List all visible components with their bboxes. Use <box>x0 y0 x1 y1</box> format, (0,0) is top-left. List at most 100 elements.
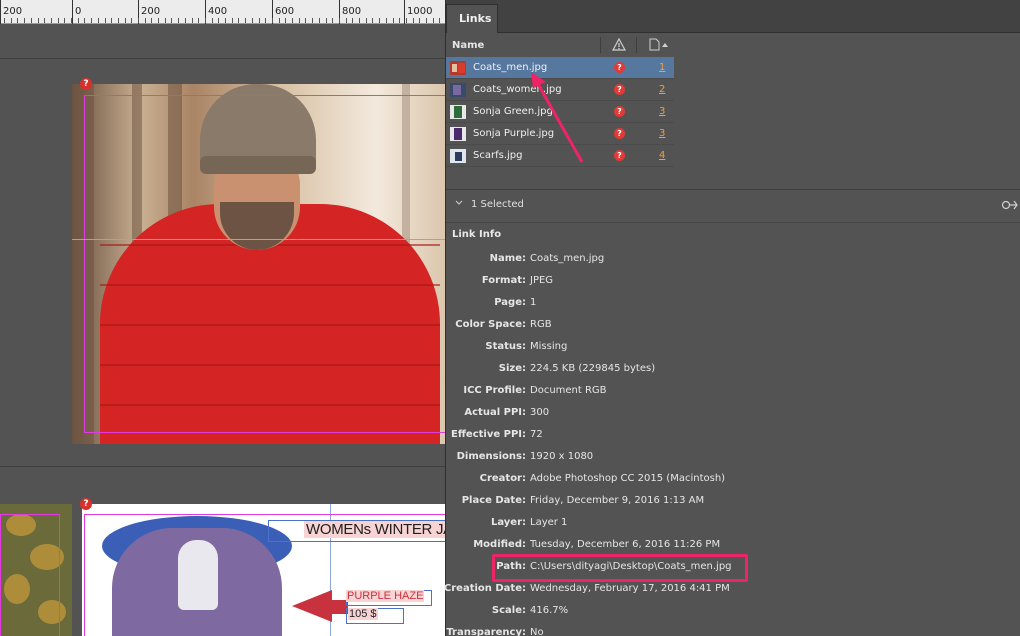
ruler-minor-tick <box>131 18 132 23</box>
horizontal-ruler[interactable]: 200 0 200 400 600 800 1000 <box>0 0 445 24</box>
ruler-minor-tick <box>17 18 18 23</box>
link-row[interactable]: Sonja Purple.jpg ? 3 <box>446 123 674 145</box>
info-row: Place Date: Friday, December 9, 2016 1:13… <box>446 495 1020 517</box>
document-canvas[interactable]: 200 0 200 400 600 800 1000 ? WOMENs WINT… <box>0 0 445 636</box>
ruler-label: 200 <box>3 6 23 17</box>
image-thumbnail-icon <box>450 149 466 163</box>
ruler-minor-tick <box>218 18 219 23</box>
ruler-minor-tick <box>339 18 340 23</box>
ruler-minor-tick <box>312 18 313 23</box>
ruler-minor-tick <box>64 18 65 23</box>
missing-link-icon[interactable]: ? <box>614 150 625 161</box>
info-value: RGB <box>530 319 552 330</box>
ruler-minor-tick <box>265 18 266 23</box>
info-label: Size: <box>498 363 526 374</box>
ruler-minor-tick <box>212 18 213 23</box>
ruler-minor-tick <box>205 18 206 23</box>
missing-link-badge[interactable]: ? <box>80 78 92 90</box>
image-thumbnail-icon <box>450 127 466 141</box>
ruler-minor-tick <box>439 18 440 23</box>
info-value: Tuesday, December 6, 2016 11:26 PM <box>530 539 721 550</box>
image-thumbnail-icon <box>450 83 466 97</box>
ruler-minor-tick <box>346 18 347 23</box>
spread-separator <box>0 466 445 467</box>
page-link[interactable]: 2 <box>659 84 665 95</box>
ruler-guide[interactable] <box>72 239 445 240</box>
ruler-minor-tick <box>426 18 427 23</box>
ruler-minor-tick <box>158 18 159 23</box>
column-name-header[interactable]: Name <box>452 40 484 51</box>
ruler-minor-tick <box>366 18 367 23</box>
info-row: ICC Profile: Document RGB <box>446 385 1020 407</box>
missing-link-icon[interactable]: ? <box>614 106 625 117</box>
info-value: 1 <box>530 297 537 308</box>
page-link[interactable]: 4 <box>659 150 665 161</box>
ruler-minor-tick <box>111 18 112 23</box>
ruler-minor-tick <box>44 18 45 23</box>
page-link[interactable]: 3 <box>659 128 665 139</box>
ruler-minor-tick <box>305 18 306 23</box>
ruler-minor-tick <box>98 18 99 23</box>
info-row: Creation Date: Wednesday, February 17, 20… <box>443 583 1020 605</box>
column-divider[interactable] <box>636 37 637 53</box>
missing-link-badge[interactable]: ? <box>80 498 92 510</box>
ruler-minor-tick <box>165 18 166 23</box>
ruler-minor-tick <box>4 18 5 23</box>
info-value: JPEG <box>530 275 554 286</box>
ruler-minor-tick <box>292 18 293 23</box>
info-value: Coats_men.jpg <box>530 253 605 264</box>
links-list: Coats_men.jpg ? 1 Coats_women.jpg ? 2 So… <box>446 57 674 167</box>
missing-link-icon[interactable]: ? <box>614 62 625 73</box>
ruler-minor-tick <box>91 18 92 23</box>
ruler-minor-tick <box>192 18 193 23</box>
info-label: Dimensions: <box>456 451 526 462</box>
link-name: Coats_women.jpg <box>473 84 562 95</box>
ruler-minor-tick <box>326 18 327 23</box>
page-sort-icon[interactable] <box>649 38 671 51</box>
info-value: Wednesday, February 17, 2016 4:41 PM <box>530 583 730 594</box>
ruler-label: 600 <box>275 6 295 17</box>
ruler-minor-tick <box>259 18 260 23</box>
ruler-minor-tick <box>399 18 400 23</box>
ruler-label: 800 <box>342 6 362 17</box>
info-row: Effective PPI: 72 <box>446 429 1020 451</box>
info-label: Layer: <box>490 517 526 528</box>
info-label: Modified: <box>473 539 526 550</box>
section-divider <box>446 222 1020 223</box>
info-label: Status: <box>485 341 526 352</box>
info-row: Transparency: No <box>446 627 1020 636</box>
missing-link-icon[interactable]: ? <box>614 128 625 139</box>
link-info-title: Link Info <box>452 229 502 240</box>
list-divider <box>446 189 1020 190</box>
column-divider[interactable] <box>600 37 601 53</box>
link-row[interactable]: Coats_men.jpg ? 1 <box>446 57 674 79</box>
info-label: Effective PPI: <box>450 429 526 440</box>
page-link[interactable]: 1 <box>659 62 665 73</box>
margin-guide <box>84 95 445 433</box>
info-row: Dimensions: 1920 x 1080 <box>446 451 1020 473</box>
info-value: 224.5 KB (229845 bytes) <box>530 363 656 374</box>
info-value: 300 <box>530 407 550 418</box>
chevron-down-icon[interactable] <box>455 200 463 206</box>
info-row: Format: JPEG <box>446 275 1020 297</box>
ruler-minor-tick <box>105 18 106 23</box>
info-label: Creation Date: <box>443 583 526 594</box>
ruler-minor-tick <box>252 18 253 23</box>
ruler-minor-tick <box>413 18 414 23</box>
link-name: Sonja Green.jpg <box>473 106 553 117</box>
link-row[interactable]: Coats_women.jpg ? 2 <box>446 79 674 101</box>
missing-link-icon[interactable]: ? <box>614 84 625 95</box>
info-label: Place Date: <box>461 495 526 506</box>
info-value: Missing <box>530 341 568 352</box>
link-row[interactable]: Sonja Green.jpg ? 3 <box>446 101 674 123</box>
ruler-minor-tick <box>332 18 333 23</box>
page-link[interactable]: 3 <box>659 106 665 117</box>
relink-icon[interactable] <box>1001 196 1019 210</box>
ruler-minor-tick <box>352 18 353 23</box>
panel-tab-bar: Links <box>446 0 1020 33</box>
ruler-minor-tick <box>185 18 186 23</box>
link-row[interactable]: Scarfs.jpg ? 4 <box>446 145 674 167</box>
warning-triangle-icon[interactable] <box>612 38 626 51</box>
margin-guide <box>0 514 60 636</box>
tab-links[interactable]: Links <box>446 4 498 33</box>
